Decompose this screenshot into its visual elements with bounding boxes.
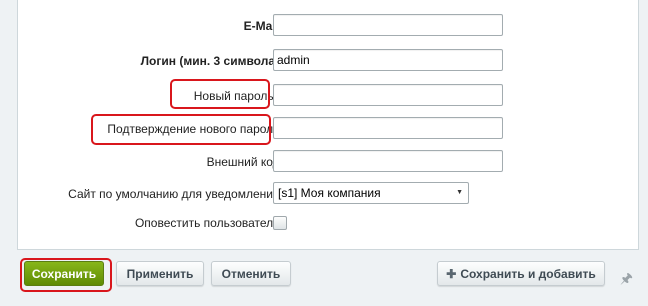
confirm-password-highlight [91, 114, 271, 145]
external-code-row: Внешний код: [18, 149, 638, 175]
save-button[interactable]: Сохранить [24, 261, 104, 286]
default-site-label: Сайт по умолчанию для уведомлений: [68, 187, 283, 201]
notify-user-checkbox[interactable] [273, 216, 287, 230]
new-password-highlight [170, 79, 270, 109]
notify-user-row: Оповестить пользователя: [18, 210, 638, 236]
default-site-value: [s1] Моя компания [278, 186, 381, 200]
login-label: Логин (мин. 3 символа): [140, 54, 283, 68]
pin-icon[interactable]: 🖈 [620, 268, 633, 292]
new-password-field[interactable] [273, 84, 503, 106]
default-site-row: Сайт по умолчанию для уведомлений: [s1] … [18, 181, 638, 207]
notify-user-label: Оповестить пользователя: [134, 216, 283, 230]
email-field[interactable] [273, 14, 503, 36]
plus-icon: ✚ [446, 267, 457, 281]
save-and-add-label: Сохранить и добавить [460, 267, 596, 281]
confirm-password-field[interactable] [273, 117, 503, 139]
cancel-button[interactable]: Отменить [211, 261, 291, 286]
save-and-add-button[interactable]: ✚ Сохранить и добавить [437, 261, 605, 286]
new-password-row: Новый пароль:1 [18, 83, 638, 109]
login-field[interactable]: admin [273, 49, 503, 71]
external-code-field[interactable] [273, 150, 503, 172]
default-site-select[interactable]: [s1] Моя компания ▼ [273, 182, 469, 204]
chevron-down-icon: ▼ [456, 189, 463, 196]
external-code-label: Внешний код: [206, 155, 283, 169]
apply-button[interactable]: Применить [116, 261, 204, 286]
email-row: E-Mail: [18, 13, 638, 39]
login-row: Логин (мин. 3 символа): admin [18, 48, 638, 74]
